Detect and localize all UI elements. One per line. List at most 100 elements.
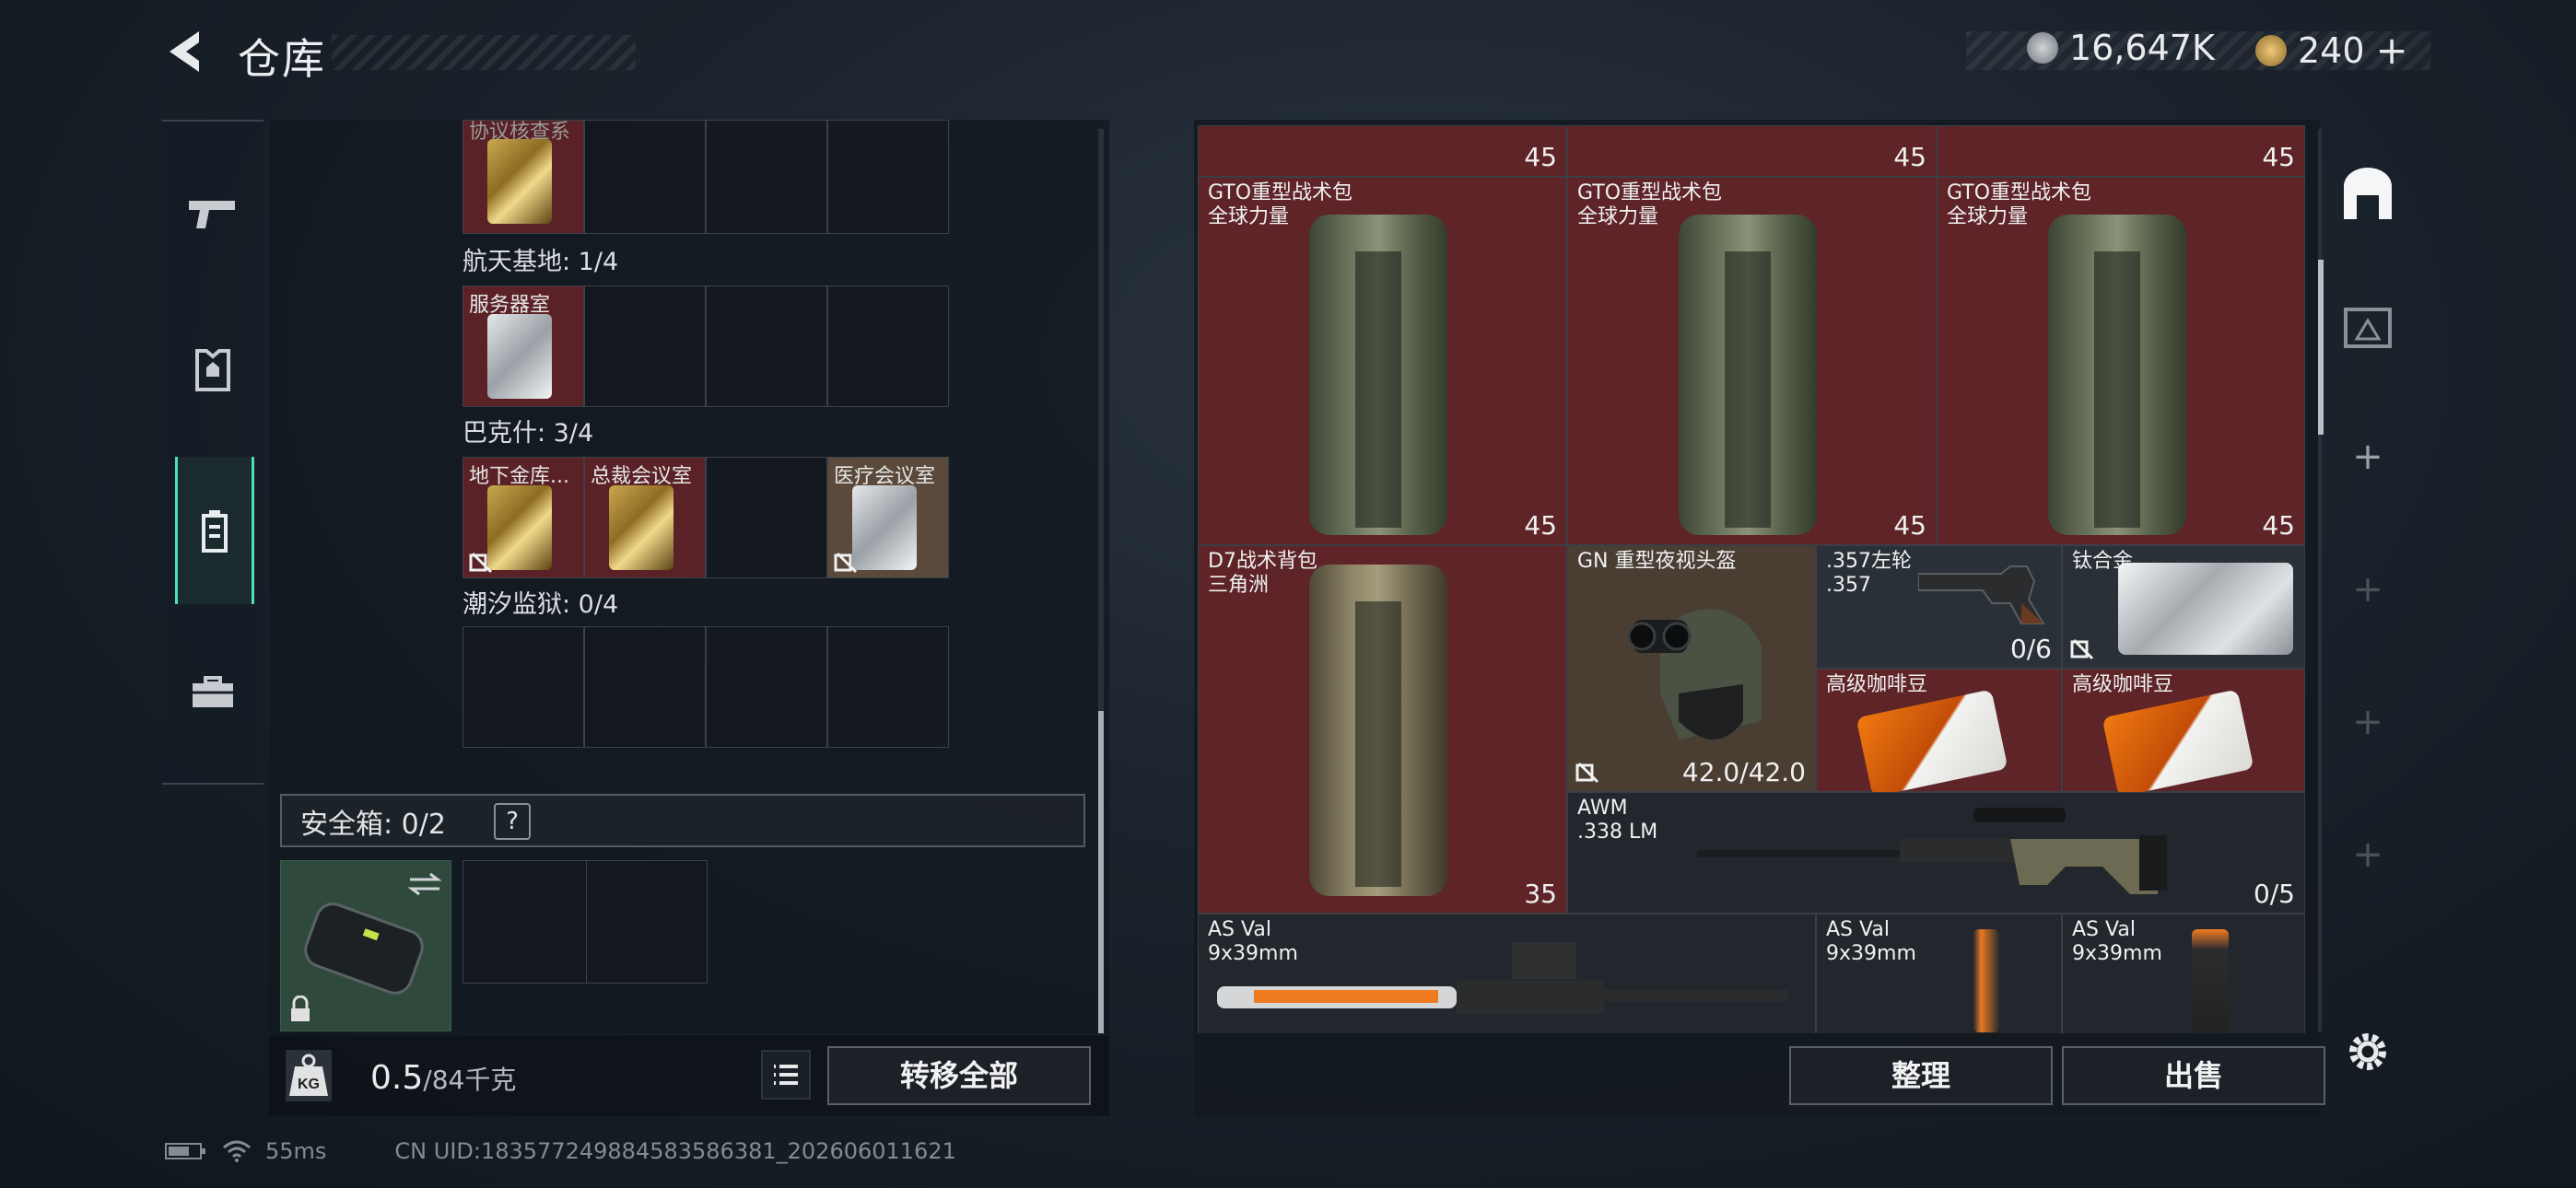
safe-box-slot-empty[interactable]: [463, 860, 708, 984]
non-transferable-icon: [469, 552, 493, 574]
asval-item[interactable]: AS Val 9x39mm: [2062, 914, 2305, 1033]
backpack-icon: [202, 510, 228, 553]
nav-weapons[interactable]: [162, 140, 263, 287]
organize-button[interactable]: 整理: [1789, 1046, 2053, 1105]
add-stash-tab[interactable]: +: [2335, 424, 2401, 490]
safe-box-container[interactable]: [280, 860, 451, 1031]
titanium-item[interactable]: 钛合金: [2062, 545, 2305, 669]
status-bar: 55ms CN UID:18357724988458358638​1_20260…: [164, 1138, 956, 1164]
keycard-slot[interactable]: 协议核查系: [463, 120, 584, 234]
plus-icon: +: [2352, 701, 2383, 743]
non-transferable-icon: [1575, 762, 1599, 784]
revolver-item[interactable]: .357左轮 .357 0/6: [1816, 545, 2062, 669]
category-nav: [162, 120, 263, 785]
keycard-slot-empty[interactable]: [584, 120, 706, 234]
rifle-icon: [1217, 942, 1788, 1014]
keycard-gold: [487, 139, 552, 224]
ping-value: 55ms: [265, 1138, 327, 1164]
section-title: 潮汐监狱: 0/4: [463, 590, 619, 619]
section-title: 航天基地: 1/4: [463, 248, 619, 276]
list-view-button[interactable]: [761, 1050, 811, 1100]
stash-grid: 45 45 45 GTO重型战术包 全球力量 45 GTO重型战术包 全球力量 …: [1198, 125, 2305, 1033]
settings-button[interactable]: [2335, 1019, 2401, 1085]
keycard-slot[interactable]: 总裁会议室: [584, 457, 706, 578]
coffee-bag-icon: [1856, 689, 2008, 798]
coffee-item[interactable]: 高级咖啡豆: [2062, 669, 2305, 798]
asval-item[interactable]: AS Val 9x39mm: [1198, 914, 1816, 1033]
header-decoration: [332, 35, 636, 70]
back-arrow-icon: [170, 31, 199, 72]
keycard-slot-empty[interactable]: [827, 626, 949, 748]
backpack-item[interactable]: GTO重型战术包 全球力量 45: [1198, 177, 1567, 545]
nav-toolbox[interactable]: [162, 619, 263, 766]
gold-amount: 240: [2298, 29, 2365, 71]
stash-scroll-thumb[interactable]: [2318, 260, 2324, 435]
backpack-item[interactable]: GTO重型战术包 全球力量 45: [1937, 177, 2305, 545]
add-currency-button[interactable]: +: [2376, 28, 2408, 73]
keycard-slot-empty[interactable]: [706, 285, 827, 407]
armor-icon: [195, 349, 230, 391]
coffee-item[interactable]: 高级咖啡豆: [1816, 669, 2062, 798]
keycard-slot[interactable]: 地下金库...: [463, 457, 584, 578]
help-button[interactable]: ?: [494, 803, 531, 840]
keycard-slot-empty[interactable]: [706, 120, 827, 234]
nav-armor[interactable]: [162, 297, 263, 444]
weight-icon: KG: [286, 1050, 332, 1101]
toolbox-icon: [193, 676, 233, 707]
keycard-slot-empty[interactable]: [584, 285, 706, 407]
keycard-slot-empty[interactable]: [463, 626, 584, 748]
nav-backpack[interactable]: [175, 457, 254, 604]
magazine-icon: [2192, 929, 2229, 1032]
helmet-item[interactable]: GN 重型夜视头盔 42.0/42.0: [1567, 545, 1816, 792]
keycard-slot-empty[interactable]: [706, 626, 827, 748]
keycard-slot-empty[interactable]: [706, 457, 827, 578]
asval-item[interactable]: AS Val 9x39mm: [1816, 914, 2062, 1033]
keycard-white: [852, 485, 917, 570]
backpack-item[interactable]: GTO重型战术包 全球力量 45: [1567, 177, 1937, 545]
stash-tab-2[interactable]: [2335, 295, 2401, 361]
add-stash-tab[interactable]: +: [2335, 689, 2401, 755]
keycard-slot-empty[interactable]: [827, 285, 949, 407]
inventory-scroll-thumb[interactable]: [1098, 711, 1104, 1033]
keycard-slot-empty[interactable]: [584, 626, 706, 748]
plus-icon: +: [2352, 833, 2383, 876]
keycard-white: [487, 314, 552, 399]
wifi-icon: [223, 1140, 251, 1162]
page-title: 仓库: [238, 34, 326, 84]
transfer-all-button[interactable]: 转移全部: [827, 1046, 1091, 1105]
backpack-item[interactable]: D7战术背包 三角洲 35: [1198, 545, 1567, 914]
add-stash-tab[interactable]: +: [2335, 821, 2401, 888]
add-stash-tab[interactable]: +: [2335, 556, 2401, 623]
gear-icon: [2349, 1033, 2386, 1070]
silver-currency: 16,647K: [2027, 28, 2215, 68]
vault-icon: [2344, 168, 2392, 219]
capacity-value: 0.5/84千克: [370, 1059, 517, 1097]
awm-item[interactable]: AWM .338 LM 0/5: [1567, 792, 2305, 914]
user-uid: CN UID:18357724988458358638​1_2026060116…: [394, 1138, 956, 1164]
storage-icon: [2344, 308, 2392, 348]
keycard-slot[interactable]: 医疗会议室: [827, 457, 949, 578]
keycard-slot-empty[interactable]: [827, 120, 949, 234]
slot-divider: [586, 860, 587, 984]
plus-icon: +: [2352, 436, 2383, 478]
back-button[interactable]: [162, 28, 216, 76]
list-icon: [774, 1065, 798, 1085]
titanium-ingot-icon: [2118, 563, 2293, 655]
keycard-gold: [609, 485, 673, 570]
swap-icon[interactable]: [406, 870, 443, 898]
keycard-slot[interactable]: 服务器室: [463, 285, 584, 407]
silver-amount: 16,647K: [2069, 28, 2215, 68]
section-title: 巴克什: 3/4: [463, 419, 594, 448]
safe-box-label: 安全箱: 0/2: [300, 809, 446, 841]
gold-currency: 240 +: [2255, 28, 2408, 73]
stash-item[interactable]: 45: [1198, 125, 1567, 177]
lock-icon: [291, 996, 310, 1021]
non-transferable-icon: [834, 552, 858, 574]
stash-item[interactable]: 45: [1937, 125, 2305, 177]
coffee-bag-icon: [2102, 689, 2254, 798]
revolver-icon: [1918, 565, 2045, 624]
pistol-icon: [189, 201, 235, 228]
sell-button[interactable]: 出售: [2062, 1046, 2325, 1105]
stash-tab-main[interactable]: [2335, 162, 2401, 228]
stash-item[interactable]: 45: [1567, 125, 1937, 177]
